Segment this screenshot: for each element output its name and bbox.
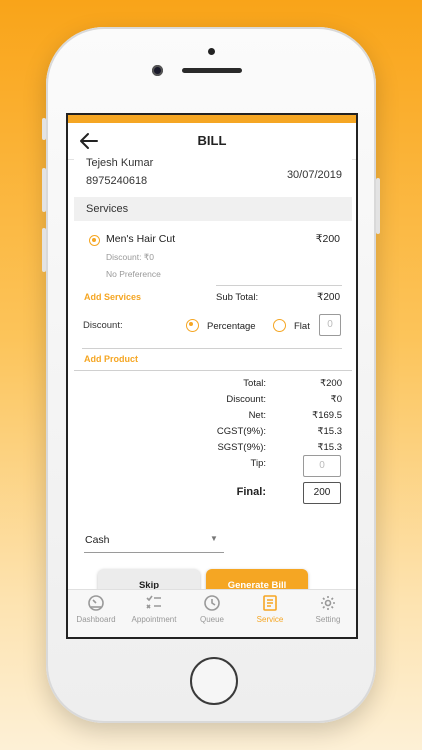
summary-sgst-value: ₹15.3 [317, 442, 342, 453]
percentage-radio[interactable] [186, 319, 199, 332]
customer-name: Tejesh Kumar [86, 157, 154, 169]
payment-selected: Cash [85, 534, 110, 546]
services-header: Services [74, 197, 352, 221]
service-icon [263, 595, 277, 611]
summary-cgst-value: ₹15.3 [317, 426, 342, 437]
flat-radio[interactable] [273, 319, 286, 332]
chevron-down-icon: ▼ [210, 534, 218, 543]
summary-cgst-label: CGST(9%): [216, 426, 266, 437]
nav-item-service[interactable]: Service [242, 594, 298, 624]
flat-label: Flat [294, 321, 310, 332]
earpiece-speaker [182, 68, 242, 73]
customer-phone: 8975240618 [86, 175, 148, 187]
mute-switch [42, 118, 46, 140]
nav-item-setting[interactable]: Setting [300, 594, 356, 624]
app-bar: BILL [68, 123, 356, 160]
bill-date: 30/07/2019 [286, 169, 342, 181]
service-preference: No Preference [106, 269, 161, 279]
dashboard-icon [88, 595, 104, 611]
summary-net-label: Net: [248, 410, 266, 421]
summary-total-value: ₹200 [320, 378, 342, 389]
tip-input[interactable]: 0 [303, 455, 341, 477]
service-name: Men's Hair Cut [106, 233, 176, 245]
bottom-navigation: Dashboard Appointment Queue Service Sett… [68, 589, 356, 637]
appointment-icon [146, 595, 161, 609]
discount-input[interactable]: 0 [319, 314, 341, 336]
nav-item-queue[interactable]: Queue [184, 594, 240, 624]
volume-up-button [42, 168, 46, 212]
nav-label-service: Service [256, 615, 284, 624]
final-label: Final: [236, 486, 266, 498]
nav-item-dashboard[interactable]: Dashboard [68, 594, 124, 624]
clock-icon [204, 595, 220, 611]
discount-label: Discount: [83, 320, 123, 331]
subtotal-label: Sub Total: [216, 292, 259, 303]
status-bar [68, 115, 356, 123]
summary-total-label: Total: [243, 378, 266, 389]
page-title: BILL [197, 133, 227, 148]
nav-label-appointment: Appointment [131, 615, 177, 624]
service-radio[interactable] [89, 235, 100, 246]
home-button[interactable] [190, 657, 238, 705]
percentage-label: Percentage [207, 321, 256, 332]
divider [216, 285, 342, 286]
power-button [376, 178, 380, 234]
bill-content: Tejesh Kumar 8975240618 30/07/2019 Servi… [74, 157, 352, 599]
tip-label: Tip: [250, 458, 266, 469]
service-discount: Discount: ₹0 [106, 252, 154, 262]
services-title: Services [86, 203, 129, 215]
divider [82, 348, 342, 349]
summary-sgst-label: SGST(9%): [217, 442, 266, 453]
subtotal-value: ₹200 [316, 292, 340, 303]
app-screen: BILL Tejesh Kumar 8975240618 30/07/2019 … [66, 113, 358, 639]
sensor-dot [208, 48, 215, 55]
nav-label-queue: Queue [199, 615, 225, 624]
nav-label-dashboard: Dashboard [76, 615, 116, 624]
add-services-link[interactable]: Add Services [84, 292, 141, 302]
final-amount-field[interactable]: 200 [303, 482, 341, 504]
gear-icon [321, 596, 335, 610]
divider [74, 370, 352, 371]
summary-net-value: ₹169.5 [312, 410, 342, 421]
nav-item-appointment[interactable]: Appointment [126, 594, 182, 624]
nav-label-setting: Setting [315, 615, 341, 624]
add-product-link[interactable]: Add Product [84, 354, 138, 364]
summary-discount-label: Discount: [226, 394, 266, 405]
summary-discount-value: ₹0 [330, 394, 342, 405]
dropdown-underline [84, 552, 224, 553]
front-camera [152, 65, 163, 76]
service-price: ₹200 [315, 233, 340, 245]
volume-down-button [42, 228, 46, 272]
